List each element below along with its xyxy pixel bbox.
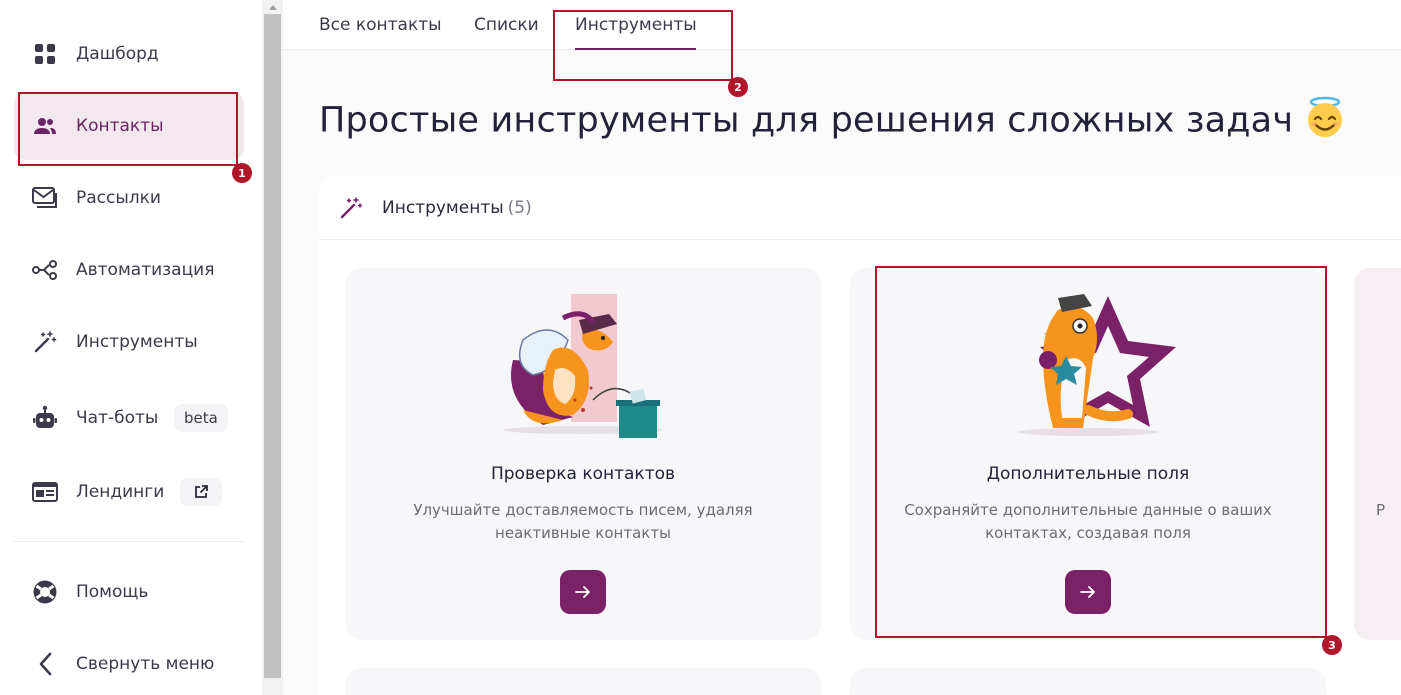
panel-title-text: Инструменты <box>382 198 504 218</box>
tab-all-contacts[interactable]: Все контакты <box>319 15 442 35</box>
smiling-face-with-halo-icon <box>1303 95 1347 148</box>
sidebar-item-dashboard[interactable]: Дашборд <box>14 20 244 88</box>
sidebar-item-label: Чат-боты <box>76 408 159 428</box>
sidebar-item-tools[interactable]: Инструменты <box>14 308 244 376</box>
arrow-right-icon <box>575 583 591 602</box>
sidebar-item-label: Лендинги <box>76 482 165 502</box>
beta-badge: beta <box>174 404 228 432</box>
sidebar-item-label: Дашборд <box>76 44 159 64</box>
tab-lists[interactable]: Списки <box>474 15 539 35</box>
panel-header: Инструменты (5) <box>319 176 1401 240</box>
sidebar-item-label: Помощь <box>76 582 149 602</box>
external-link-icon[interactable] <box>180 478 222 506</box>
robot-icon <box>32 405 58 431</box>
annotation-number: 2 <box>728 77 748 97</box>
collapse-menu-button[interactable]: Свернуть меню <box>14 630 244 695</box>
magic-wand-icon <box>32 329 58 355</box>
annotation-box-custom-fields <box>875 266 1327 638</box>
tool-card-contact-check[interactable]: Проверка контактов Улучшайте доставляемо… <box>345 268 821 640</box>
magic-wand-icon <box>339 196 363 220</box>
chevron-left-icon <box>32 651 58 677</box>
help-icon <box>32 579 58 605</box>
sidebar-item-label: Рассылки <box>76 188 161 208</box>
fox-sweeping-illustration <box>483 290 683 440</box>
card-title: Проверка контактов <box>490 464 676 484</box>
sidebar-item-label: Инструменты <box>76 332 198 352</box>
annotation-number: 1 <box>232 163 252 183</box>
card-description: Улучшайте доставляемость писем, удаляя н… <box>413 501 753 542</box>
panel-count: (5) <box>507 198 532 218</box>
sidebar-item-help[interactable]: Помощь <box>14 558 244 626</box>
annotation-number: 3 <box>1322 635 1342 655</box>
sidebar-divider <box>14 541 244 542</box>
tool-card-partial[interactable]: Р <box>1354 268 1401 640</box>
sidebar-scrollbar[interactable] <box>262 0 283 695</box>
scrollbar-thumb[interactable] <box>264 14 281 678</box>
sidebar-item-label: Свернуть меню <box>76 654 215 674</box>
page-title-text: Простые инструменты для решения сложных … <box>319 100 1294 141</box>
annotation-box-contacts <box>18 92 238 166</box>
dashboard-icon <box>32 41 58 67</box>
sidebar-item-landings[interactable]: Лендинги <box>14 458 244 526</box>
sidebar-item-mailings[interactable]: Рассылки <box>14 164 244 232</box>
card-description: Р <box>1376 501 1386 519</box>
scroll-up-arrow-icon[interactable] <box>262 0 283 14</box>
sidebar-item-chatbots[interactable]: Чат-боты beta <box>14 384 244 452</box>
automation-icon <box>32 257 58 283</box>
tabs-bar: Все контакты Списки Инструменты <box>283 0 1401 50</box>
tool-card-next-row[interactable] <box>345 668 821 695</box>
page-title: Простые инструменты для решения сложных … <box>319 95 1347 148</box>
landing-icon <box>32 479 58 505</box>
open-contact-check-button[interactable] <box>560 570 606 614</box>
sidebar-item-label: Автоматизация <box>76 260 215 280</box>
tool-card-next-row[interactable] <box>850 668 1326 695</box>
sidebar-item-automation[interactable]: Автоматизация <box>14 236 244 304</box>
mail-icon <box>32 185 58 211</box>
panel-title: Инструменты (5) <box>382 198 532 218</box>
annotation-box-tools-tab <box>553 10 733 81</box>
